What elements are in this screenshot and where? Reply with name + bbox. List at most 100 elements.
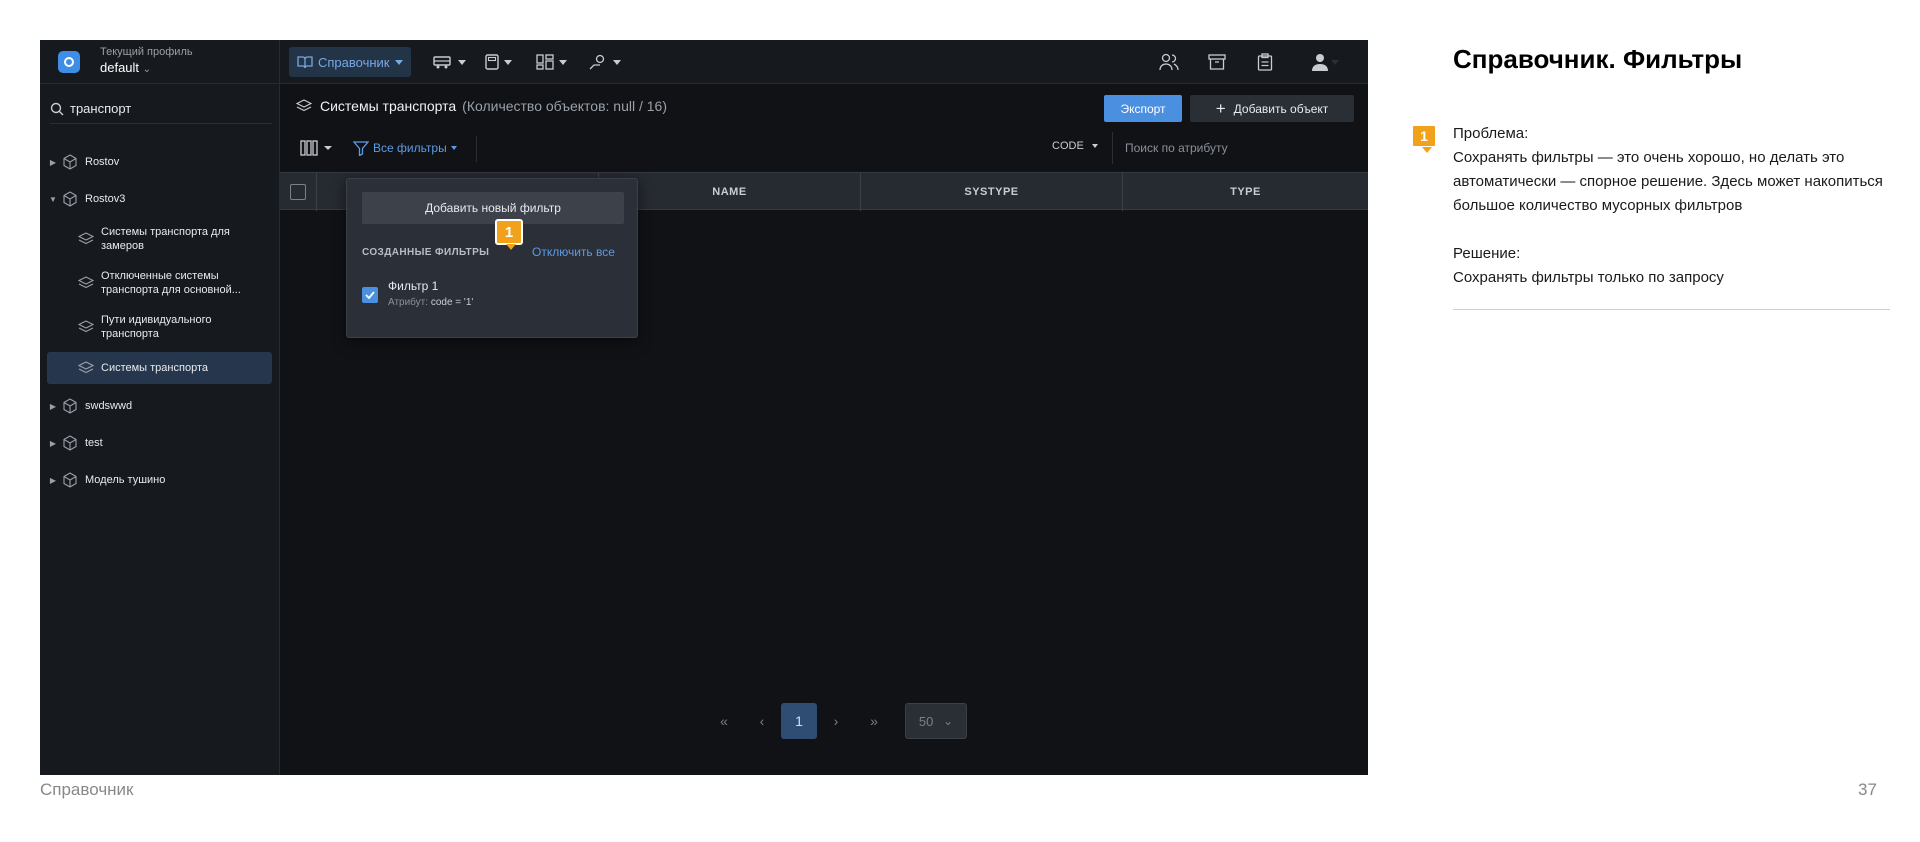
all-filters-label: Все фильтры <box>373 141 447 155</box>
caret-right-icon[interactable]: ▶ <box>47 476 59 485</box>
caret-down-icon[interactable]: ▼ <box>47 195 59 204</box>
caret-right-icon[interactable]: ▶ <box>47 158 59 167</box>
app-screenshot: Текущий профиль default ⌄ Справочник тра… <box>40 40 1368 775</box>
bus-icon <box>433 56 451 69</box>
attribute-select-value: CODE <box>1052 140 1084 152</box>
filter-toolbar: Все фильтры CODE Поиск по атрибуту <box>280 128 1368 168</box>
clipboard-button[interactable] <box>1254 51 1276 73</box>
layers-icon <box>77 274 95 292</box>
page-title: Системы транспорта <box>320 98 457 114</box>
chevron-down-icon <box>1091 144 1098 148</box>
archive-button[interactable] <box>1206 51 1228 73</box>
dashboard-menu-button[interactable] <box>536 47 567 77</box>
tree-item-label: Rostov3 <box>85 193 126 205</box>
calculator-menu-button[interactable] <box>485 47 512 77</box>
layers-icon <box>77 230 95 248</box>
last-page-button[interactable]: » <box>855 703 893 739</box>
next-page-button[interactable]: › <box>817 703 855 739</box>
add-object-button[interactable]: + Добавить объект <box>1190 95 1354 122</box>
attribute-search-input[interactable]: Поиск по атрибуту <box>1112 132 1355 164</box>
filter-checkbox[interactable] <box>362 287 378 303</box>
sidebar: транспорт ▶ Rostov ▼ Rostov3 Системы тра… <box>40 84 280 775</box>
tree-item-transport-systems[interactable]: Системы транспорта <box>47 352 272 384</box>
user-menu-button[interactable] <box>1308 51 1342 73</box>
chevron-down-icon <box>504 59 512 65</box>
tree-item-disabled-systems[interactable]: Отключенные системы транспорта для основ… <box>47 264 272 302</box>
check-icon <box>365 291 375 299</box>
chevron-down-icon <box>559 59 567 65</box>
tree-item-rostov3[interactable]: ▼ Rostov3 <box>47 187 272 211</box>
first-page-button[interactable]: « <box>705 703 743 739</box>
profile-switcher[interactable]: Текущий профиль default ⌄ <box>40 40 280 84</box>
search-input[interactable]: транспорт <box>70 101 131 116</box>
tree-item-label: Модель тушино <box>85 474 166 486</box>
filter-icon <box>353 141 369 156</box>
columns-icon <box>300 140 318 156</box>
all-filters-button[interactable]: Все фильтры <box>353 140 457 156</box>
layers-icon <box>77 318 95 336</box>
chevron-down-icon <box>324 146 332 150</box>
tree-item-individual-paths[interactable]: Пути идивидуального транспорта <box>47 308 272 346</box>
archive-icon <box>1208 54 1226 70</box>
route-menu-button[interactable] <box>588 47 621 77</box>
profile-value[interactable]: default ⌄ <box>100 59 193 78</box>
app-logo-icon <box>58 51 80 73</box>
column-header-type[interactable]: TYPE <box>1122 173 1368 211</box>
page-size-value: 50 <box>918 713 934 729</box>
calculator-icon <box>485 54 499 70</box>
solution-block: Решение: Сохранять фильтры только по зап… <box>1453 242 1893 290</box>
pagination: « ‹ 1 › » 50 ⌄ <box>705 703 967 739</box>
select-all-checkbox[interactable] <box>290 184 306 200</box>
columns-button[interactable] <box>300 140 332 156</box>
current-page[interactable]: 1 <box>781 703 817 739</box>
page-size-select[interactable]: 50 ⌄ <box>905 703 967 739</box>
plus-icon: + <box>1215 99 1226 118</box>
sidebar-search[interactable]: транспорт <box>50 94 272 124</box>
object-count: (Количество объектов: null / 16) <box>462 98 668 114</box>
users-icon <box>1159 53 1179 71</box>
transport-menu-button[interactable] <box>433 47 466 77</box>
search-icon <box>50 102 64 115</box>
tree-item-rostov[interactable]: ▶ Rostov <box>47 150 272 174</box>
add-object-label: Добавить объект <box>1233 101 1329 116</box>
chevron-down-icon: ⌄ <box>943 714 954 728</box>
tree-item-label: Системы транспорта <box>101 362 208 374</box>
tree-item-test[interactable]: ▶ test <box>47 431 272 455</box>
profile-caption: Текущий профиль <box>100 46 193 58</box>
filter-item[interactable]: Фильтр 1 Атрибут: code = '1' <box>362 279 473 308</box>
layers-icon <box>77 359 95 377</box>
tree-item-swdswwd[interactable]: ▶ swdswwd <box>47 394 272 418</box>
created-filters-caption: СОЗДАННЫЕ ФИЛЬТРЫ <box>362 247 490 258</box>
divider <box>1453 309 1890 310</box>
chevron-down-icon <box>613 59 621 65</box>
column-header-systype[interactable]: SYSTYPE <box>860 173 1122 211</box>
disable-all-link[interactable]: Отключить все <box>532 245 615 259</box>
route-icon <box>589 54 605 70</box>
prev-page-button[interactable]: ‹ <box>743 703 781 739</box>
users-button[interactable] <box>1158 51 1180 73</box>
slide-title: Справочник. Фильтры <box>1453 44 1743 74</box>
footer-section: Справочник <box>40 780 134 799</box>
user-icon <box>1311 54 1328 71</box>
annotation-marker: 1 <box>495 219 523 250</box>
annotation-marker: 1 <box>1411 124 1437 153</box>
filters-popover: Добавить новый фильтр СОЗДАННЫЕ ФИЛЬТРЫ … <box>346 178 638 338</box>
attribute-select[interactable]: CODE <box>1052 140 1098 152</box>
cube-icon <box>61 153 79 171</box>
directory-menu-button[interactable]: Справочник <box>289 47 411 77</box>
tree-item-transport-measure[interactable]: Системы транспорта для замеров <box>47 220 272 258</box>
tree-item-label: Пути идивидуального транспорта <box>101 314 212 340</box>
book-icon <box>297 56 313 69</box>
tree-item-tushino[interactable]: ▶ Модель тушино <box>47 468 272 492</box>
caret-right-icon[interactable]: ▶ <box>47 402 59 411</box>
directory-menu-label: Справочник <box>318 54 390 70</box>
filter-attribute: Атрибут: code = '1' <box>388 297 474 308</box>
tree-item-label: Отключенные системы транспорта для основ… <box>101 270 241 296</box>
caret-right-icon[interactable]: ▶ <box>47 439 59 448</box>
chevron-down-icon <box>394 59 403 65</box>
layers-icon <box>296 99 312 113</box>
add-filter-button[interactable]: Добавить новый фильтр <box>362 192 624 224</box>
tree-item-label: Rostov <box>85 156 120 168</box>
dashboard-icon <box>536 54 554 70</box>
export-button[interactable]: Экспорт <box>1104 95 1182 122</box>
